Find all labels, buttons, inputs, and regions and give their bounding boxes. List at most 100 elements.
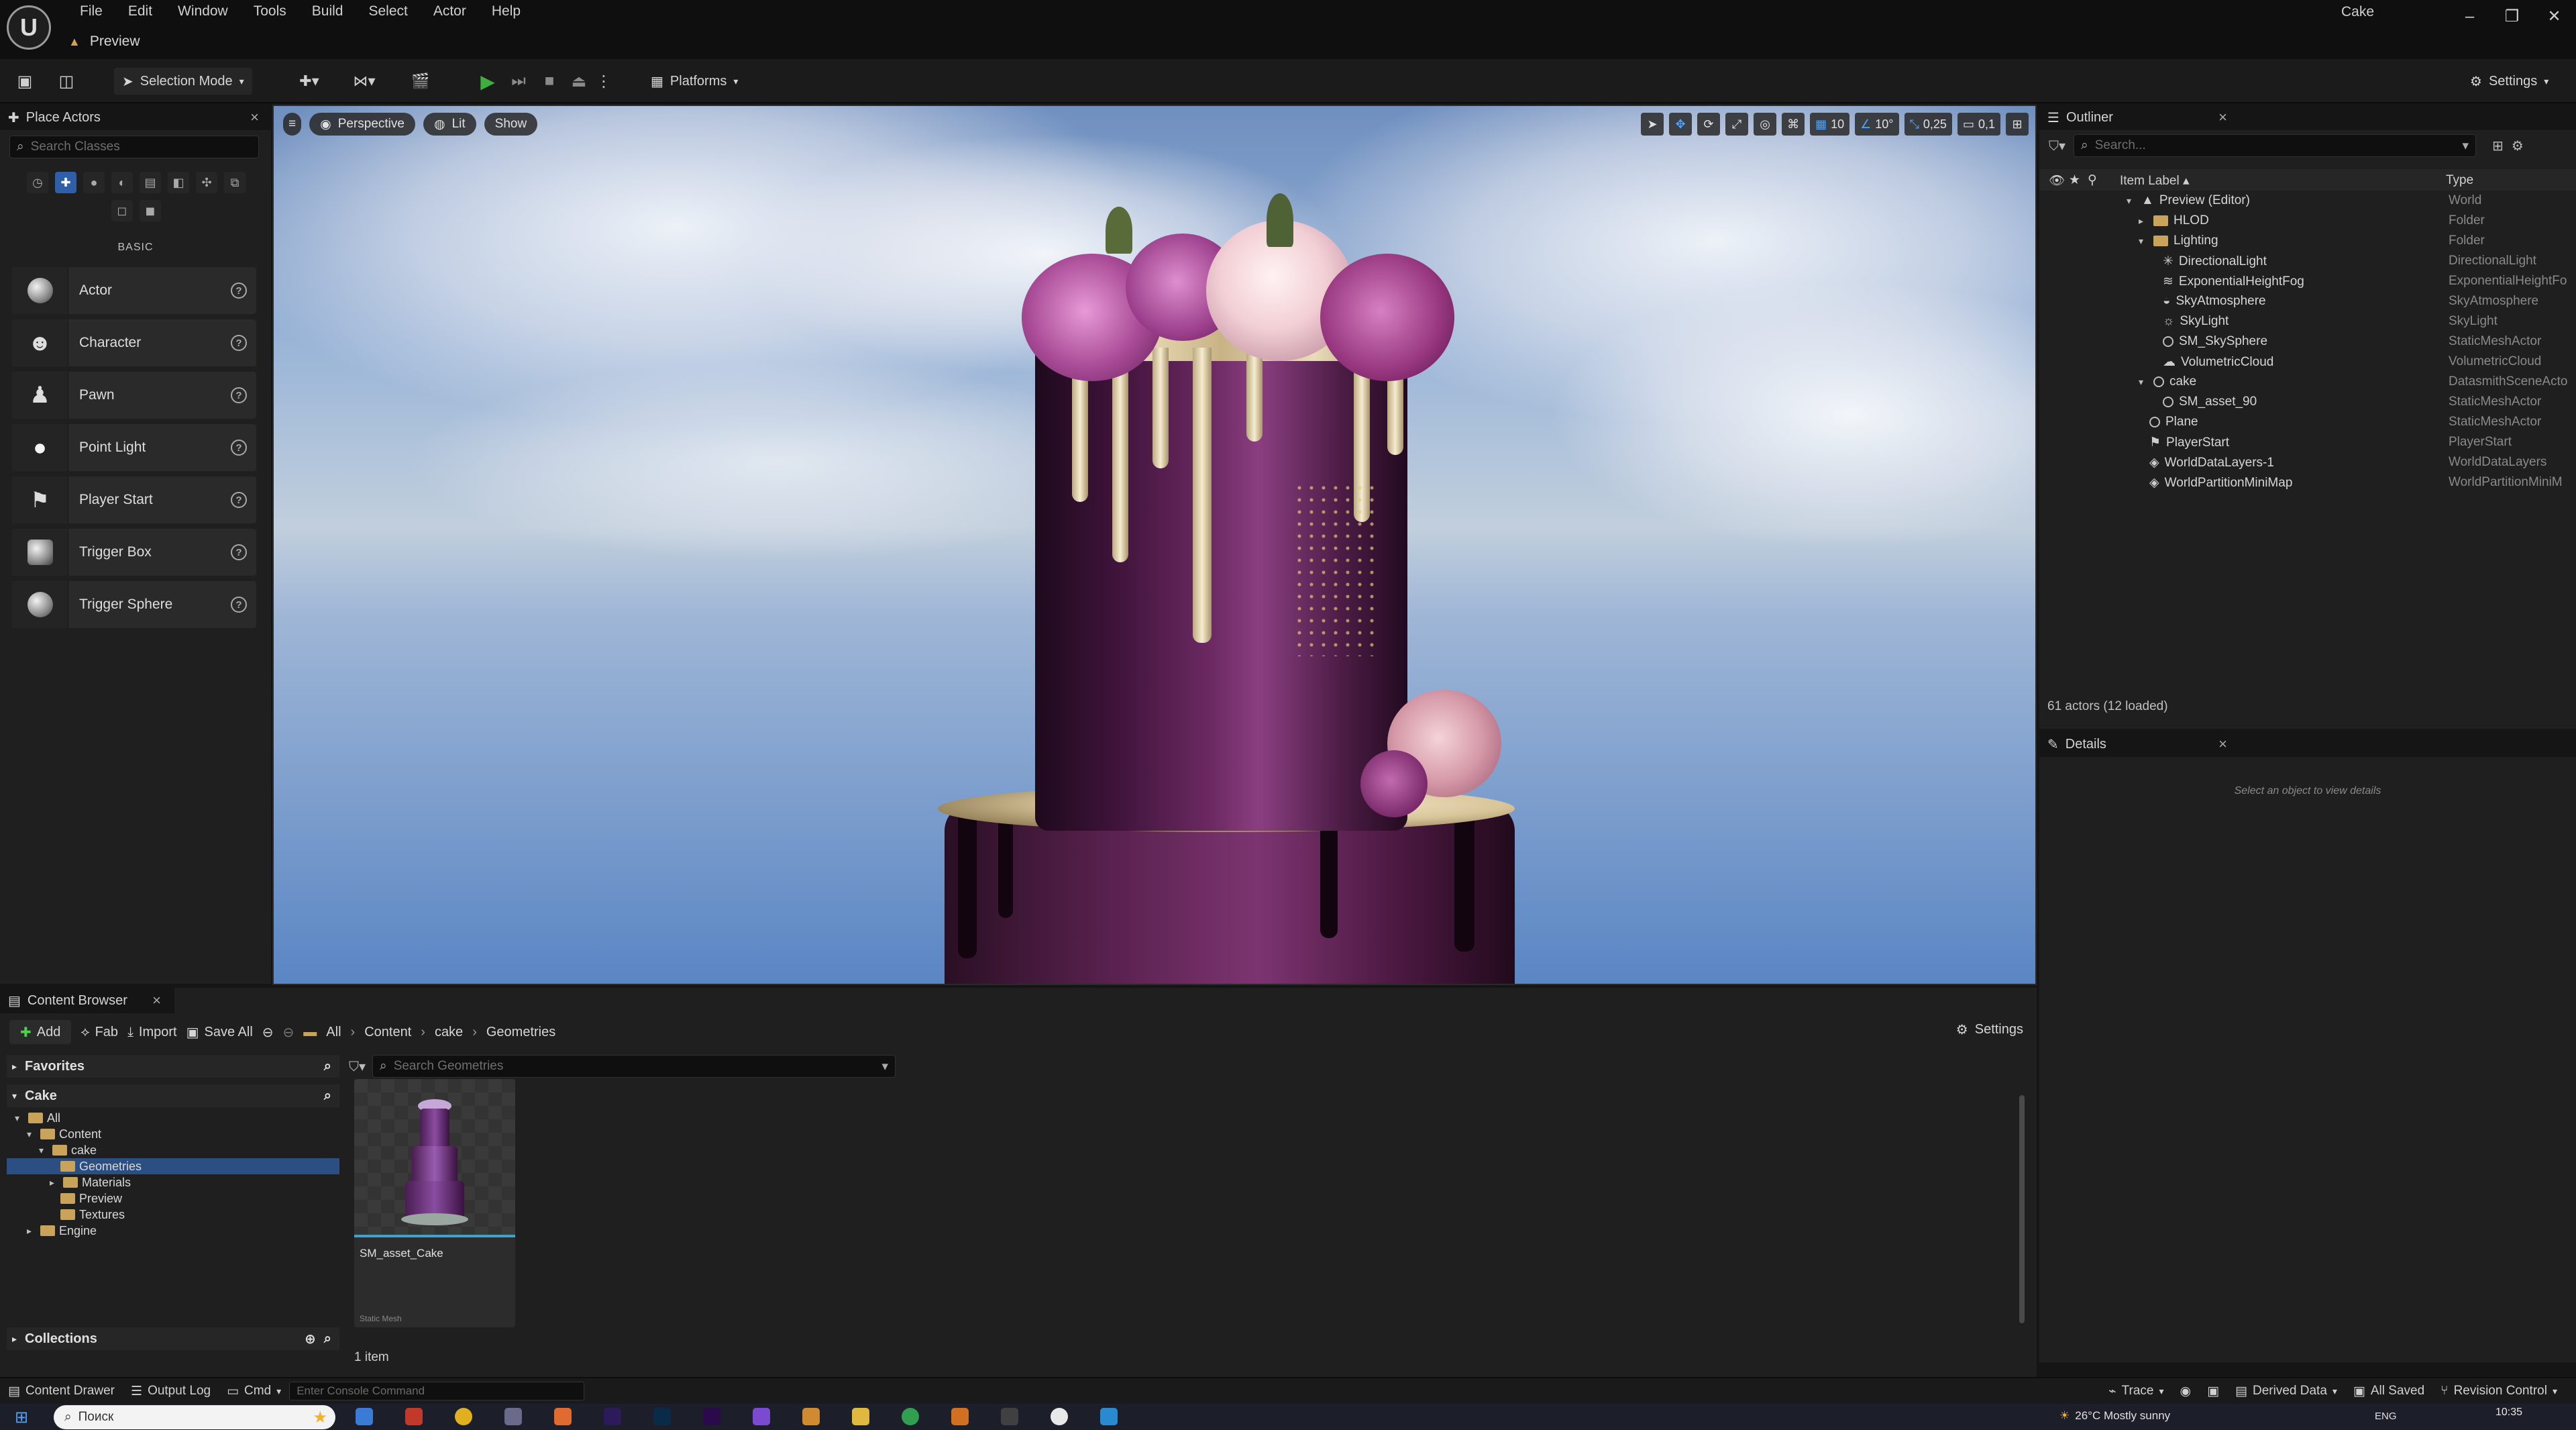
breadcrumb-all[interactable]: All	[326, 1025, 341, 1040]
blueprint-icon[interactable]: ⋈▾	[346, 71, 382, 91]
derived-data-dropdown[interactable]: ▤ Derived Data ▾	[2227, 1378, 2345, 1405]
outliner-tab[interactable]: ☰ Outliner ×	[2039, 105, 2576, 130]
forward-icon[interactable]: ⊖	[283, 1024, 294, 1041]
volumes-icon[interactable]: ✣	[196, 172, 217, 193]
menu-tools[interactable]: Tools	[241, 0, 299, 23]
minimize-button[interactable]: –	[2449, 0, 2491, 34]
actor-item-player-start[interactable]: ⚑ Player Start ?	[12, 476, 256, 523]
close-icon[interactable]: ×	[152, 992, 161, 1009]
tree-item-engine[interactable]: ▸ Engine	[7, 1223, 339, 1239]
search-icon[interactable]: ⌕	[324, 1088, 331, 1104]
help-icon[interactable]: ?	[231, 440, 247, 456]
search-icon[interactable]: ⌕	[324, 1331, 331, 1347]
maximize-viewport-icon[interactable]: ⊞	[2006, 113, 2029, 136]
windows-start-icon[interactable]: ⊞	[15, 1408, 28, 1427]
recent-icon[interactable]: ◷	[27, 172, 48, 193]
add-folder-icon[interactable]: ⊞	[2492, 138, 2504, 154]
output-log-button[interactable]: ☰ Output Log	[123, 1378, 219, 1405]
filter-icon[interactable]: ⛉▾	[2049, 138, 2065, 154]
outliner-row[interactable]: SM_asset_90 StaticMeshActor	[2039, 395, 2576, 415]
save-icon[interactable]: ▣	[15, 71, 35, 91]
selection-mode-dropdown[interactable]: ➤ Selection Mode ▾	[114, 68, 252, 95]
close-icon[interactable]: ×	[2218, 109, 2227, 126]
breadcrumb-content[interactable]: Content	[364, 1025, 411, 1040]
favorites-section[interactable]: ▸ Favorites ⌕	[7, 1055, 339, 1078]
details-tab[interactable]: ✎ Details ×	[2039, 731, 2576, 757]
taskbar-clock[interactable]: 10:35	[2496, 1407, 2522, 1419]
visibility-eye-icon[interactable]: 👁	[2049, 172, 2065, 189]
breadcrumb-cake[interactable]: cake	[435, 1025, 463, 1040]
lights-icon[interactable]: ●	[83, 172, 105, 193]
shapes-icon[interactable]: ◐	[111, 172, 133, 193]
search-classes-input[interactable]: ⌕ Search Classes	[9, 136, 259, 158]
asset-tile[interactable]: SM_asset_Cake Static Mesh	[354, 1079, 515, 1327]
app-photoshop-icon[interactable]	[653, 1408, 671, 1425]
app-icon[interactable]	[802, 1408, 820, 1425]
settings-dropdown[interactable]: ⚙ Settings ▾	[2462, 68, 2557, 95]
world-space-icon[interactable]: ◎	[1754, 113, 1777, 136]
project-section[interactable]: ▾ Cake ⌕	[7, 1084, 339, 1107]
show-button[interactable]: Show	[484, 113, 538, 136]
outliner-row[interactable]: ◈ WorldPartitionMiniMap WorldPartitionMin…	[2039, 475, 2576, 495]
rotation-snap-button[interactable]: ∠ 10°	[1855, 113, 1899, 136]
outliner-row[interactable]: SM_SkySphere StaticMeshActor	[2039, 334, 2576, 354]
revision-control-dropdown[interactable]: ⑂ Revision Control ▾	[2432, 1378, 2565, 1405]
app-chrome-icon[interactable]	[455, 1408, 472, 1425]
taskbar-weather[interactable]: ☀ 26°C Mostly sunny	[2059, 1409, 2170, 1423]
pin-icon[interactable]: ★	[2069, 172, 2080, 188]
app-blender-icon[interactable]	[554, 1408, 572, 1425]
perspective-button[interactable]: ◉ Perspective	[309, 113, 415, 136]
lit-button[interactable]: ◍ Lit	[423, 113, 476, 136]
app-viber-icon[interactable]	[753, 1408, 770, 1425]
step-icon[interactable]: ⏭	[507, 70, 530, 93]
tree-item-materials[interactable]: ▸ Materials	[7, 1174, 339, 1190]
cmd-dropdown[interactable]: ▭ Cmd ▾	[219, 1378, 289, 1405]
app-unreal-icon[interactable]	[1051, 1408, 1068, 1425]
actor-item-trigger-sphere[interactable]: Trigger Sphere ?	[12, 581, 256, 628]
outliner-row[interactable]: ☼ SkyLight SkyLight	[2039, 314, 2576, 334]
outliner-row[interactable]: ≋ ExponentialHeightFog ExponentialHeightF…	[2039, 274, 2576, 294]
all-saved-button[interactable]: ▣ All Saved	[2345, 1378, 2432, 1405]
trace-dropdown[interactable]: ⌁ Trace ▾	[2100, 1378, 2171, 1405]
menu-actor[interactable]: Actor	[421, 0, 479, 23]
level-tab[interactable]: ▲ Preview	[68, 28, 140, 55]
app-explorer-icon[interactable]	[356, 1408, 373, 1425]
outliner-row[interactable]: ◒ SkyAtmosphere SkyAtmosphere	[2039, 294, 2576, 314]
stop-icon[interactable]: ■	[538, 70, 561, 93]
platforms-dropdown[interactable]: ▦ Platforms ▾	[643, 68, 746, 95]
actor-item-pawn[interactable]: ♟ Pawn ?	[12, 372, 256, 419]
outliner-row[interactable]: ☁ VolumetricCloud VolumetricCloud	[2039, 354, 2576, 374]
restore-button[interactable]: ❐	[2491, 0, 2533, 34]
app-icon[interactable]	[1100, 1408, 1118, 1425]
more-options-icon[interactable]: ⋮	[596, 70, 612, 93]
tree-item-all[interactable]: ▾ All	[7, 1110, 339, 1126]
breadcrumb-geometries[interactable]: Geometries	[486, 1025, 555, 1040]
gear-icon[interactable]: ⚙	[2512, 138, 2524, 154]
app-folder-icon[interactable]	[852, 1408, 869, 1425]
scale-snap-button[interactable]: ⤡ 0,25	[1904, 113, 1952, 136]
outliner-row[interactable]: ▾ cake DatasmithSceneActo	[2039, 374, 2576, 395]
help-icon[interactable]: ?	[231, 387, 247, 403]
add-button[interactable]: ✚ Add	[9, 1020, 72, 1044]
geometry-icon[interactable]: ◻	[111, 200, 133, 221]
tree-item-content[interactable]: ▾ Content	[7, 1126, 339, 1142]
app-after-effects-icon[interactable]	[604, 1408, 621, 1425]
outliner-row[interactable]: ⚑ PlayerStart PlayerStart	[2039, 435, 2576, 455]
help-icon[interactable]: ?	[231, 544, 247, 560]
cinematic-icon[interactable]: ▤	[140, 172, 161, 193]
actor-item-actor[interactable]: Actor ?	[12, 267, 256, 314]
tree-item-geometries[interactable]: Geometries	[7, 1158, 339, 1174]
app-icon[interactable]	[504, 1408, 522, 1425]
play-icon[interactable]: ▶	[476, 70, 499, 93]
grid-snap-button[interactable]: ▦ 10	[1810, 113, 1850, 136]
content-icon[interactable]: ◫	[56, 71, 76, 91]
outliner-row[interactable]: ▸ HLOD Folder	[2039, 213, 2576, 234]
menu-help[interactable]: Help	[479, 0, 533, 23]
expand-arrow-icon[interactable]: ▾	[2139, 236, 2148, 247]
screenshot-icon[interactable]: ▣	[2199, 1378, 2227, 1405]
actor-item-trigger-box[interactable]: Trigger Box ?	[12, 529, 256, 576]
expand-arrow-icon[interactable]: ▾	[2139, 376, 2148, 388]
item-label-column[interactable]: Item Label ▴	[2120, 173, 2190, 189]
rotate-icon[interactable]: ⟳	[1697, 113, 1721, 136]
filter-icon[interactable]: ⛉▾	[349, 1058, 366, 1075]
